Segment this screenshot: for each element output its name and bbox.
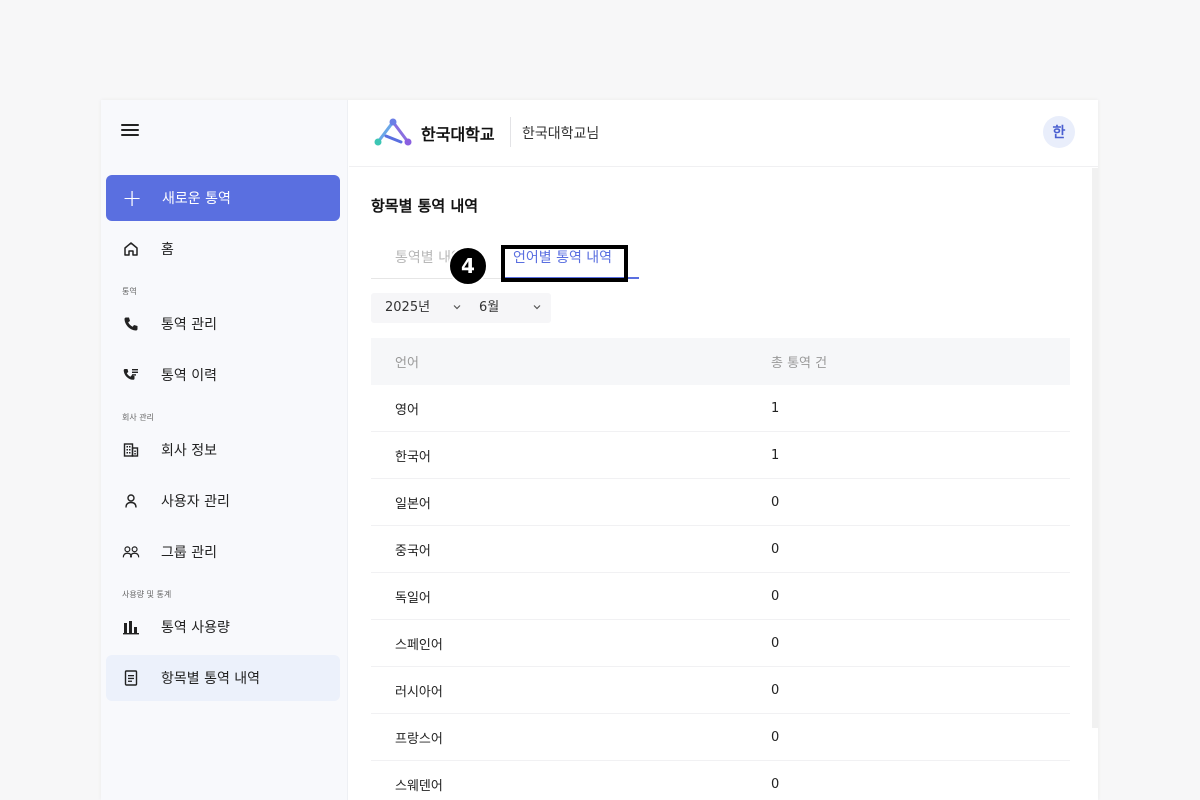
cell-total: 0 xyxy=(771,729,780,745)
cell-total: 0 xyxy=(771,494,780,510)
cell-language: 한국어 xyxy=(395,449,431,465)
year-value: 2025년 xyxy=(385,300,431,315)
cell-total: 0 xyxy=(771,776,780,792)
user-name: 한국대학교님 xyxy=(522,126,600,142)
top-header: 한국대학교 한국대학교님 한 xyxy=(349,100,1098,167)
month-value: 6월 xyxy=(479,300,500,315)
table-row: 러시아어 0 xyxy=(371,667,1070,714)
step-badge: 4 xyxy=(448,246,488,286)
brand-name: 한국대학교 xyxy=(421,125,495,144)
cell-language: 러시아어 xyxy=(395,684,443,700)
sidebar-item-label: 통역 관리 xyxy=(161,317,217,333)
sidebar-item-label: 통역 이력 xyxy=(161,368,217,384)
tab-bar: 통역별 내역 언어별 통역 내역 xyxy=(371,243,639,279)
cell-total: 0 xyxy=(771,588,780,604)
table-row: 독일어 0 xyxy=(371,573,1070,620)
cell-total: 0 xyxy=(771,635,780,651)
table-row: 스페인어 0 xyxy=(371,620,1070,667)
new-call-button[interactable]: + 새로운 통역 xyxy=(106,175,340,221)
menu-icon[interactable] xyxy=(121,124,139,140)
cell-language: 일본어 xyxy=(395,496,431,512)
tab-by-language[interactable]: 언어별 통역 내역 xyxy=(501,243,639,279)
sidebar-item-label: 항목별 통역 내역 xyxy=(161,671,261,687)
sidebar: + 새로운 통역 홈 통역 통역 관리 통역 이력 회사 관리 회사 정보 사용… xyxy=(101,100,348,800)
group-icon xyxy=(122,543,140,561)
sidebar-item-user-manage[interactable]: 사용자 관리 xyxy=(106,478,340,524)
phone-list-icon xyxy=(122,366,140,384)
cell-total: 1 xyxy=(771,400,780,416)
app-window: + 새로운 통역 홈 통역 통역 관리 통역 이력 회사 관리 회사 정보 사용… xyxy=(101,100,1098,800)
cell-total: 1 xyxy=(771,447,780,463)
table-row: 중국어 0 xyxy=(371,526,1070,573)
cell-language: 스페인어 xyxy=(395,637,443,653)
table-row: 프랑스어 0 xyxy=(371,714,1070,761)
cell-language: 프랑스어 xyxy=(395,731,443,747)
chevron-down-icon xyxy=(453,305,461,310)
scrollbar[interactable] xyxy=(1092,168,1098,728)
main-content: 항목별 통역 내역 통역별 내역 언어별 통역 내역 4 2025년 6월 언어… xyxy=(349,168,1098,800)
document-icon xyxy=(122,669,140,687)
table-row: 스웨덴어 0 xyxy=(371,761,1070,800)
user-icon xyxy=(122,492,140,510)
cell-language: 스웨덴어 xyxy=(395,778,443,794)
table-header: 언어 총 통역 건 xyxy=(371,338,1070,385)
sidebar-item-company-info[interactable]: 회사 정보 xyxy=(106,427,340,473)
sidebar-item-label: 그룹 관리 xyxy=(161,545,217,561)
language-table: 언어 총 통역 건 영어 1 한국어 1 일본어 0 중국어 0 독일어 0 스… xyxy=(371,338,1070,800)
sidebar-item-group-manage[interactable]: 그룹 관리 xyxy=(106,529,340,575)
chevron-down-icon xyxy=(533,305,541,310)
avatar[interactable]: 한 xyxy=(1043,116,1075,148)
cell-language: 중국어 xyxy=(395,543,431,559)
building-icon xyxy=(122,441,140,459)
section-label-usage: 사용량 및 통계 xyxy=(122,590,172,599)
sidebar-item-usage[interactable]: 통역 사용량 xyxy=(106,604,340,650)
header-language: 언어 xyxy=(395,356,419,371)
phone-icon xyxy=(122,315,140,333)
sidebar-item-call-manage[interactable]: 통역 관리 xyxy=(106,301,340,347)
sidebar-item-label: 통역 사용량 xyxy=(161,620,230,636)
header-divider xyxy=(510,117,511,147)
table-row: 일본어 0 xyxy=(371,479,1070,526)
cell-total: 0 xyxy=(771,682,780,698)
home-icon xyxy=(122,240,140,258)
cell-language: 영어 xyxy=(395,402,419,418)
sidebar-item-label: 회사 정보 xyxy=(161,443,217,459)
section-label-call: 통역 xyxy=(122,287,137,296)
cell-language: 독일어 xyxy=(395,590,431,606)
year-select[interactable]: 2025년 xyxy=(385,293,473,323)
sidebar-item-home[interactable]: 홈 xyxy=(106,226,340,272)
header-total: 총 통역 건 xyxy=(771,356,828,371)
sidebar-item-by-item[interactable]: 항목별 통역 내역 xyxy=(106,655,340,701)
plus-icon: + xyxy=(122,184,143,212)
section-label-company: 회사 관리 xyxy=(122,413,154,422)
sidebar-item-label: 사용자 관리 xyxy=(161,494,230,510)
new-call-label: 새로운 통역 xyxy=(162,191,231,207)
bar-chart-icon xyxy=(122,618,140,636)
table-row: 한국어 1 xyxy=(371,432,1070,479)
page-title: 항목별 통역 내역 xyxy=(371,197,479,215)
sidebar-item-call-history[interactable]: 통역 이력 xyxy=(106,352,340,398)
cell-total: 0 xyxy=(771,541,780,557)
table-row: 영어 1 xyxy=(371,385,1070,432)
month-select[interactable]: 6월 xyxy=(479,293,549,323)
sidebar-item-label: 홈 xyxy=(161,242,174,258)
date-filter: 2025년 6월 xyxy=(371,293,551,323)
logo-icon xyxy=(374,118,412,146)
